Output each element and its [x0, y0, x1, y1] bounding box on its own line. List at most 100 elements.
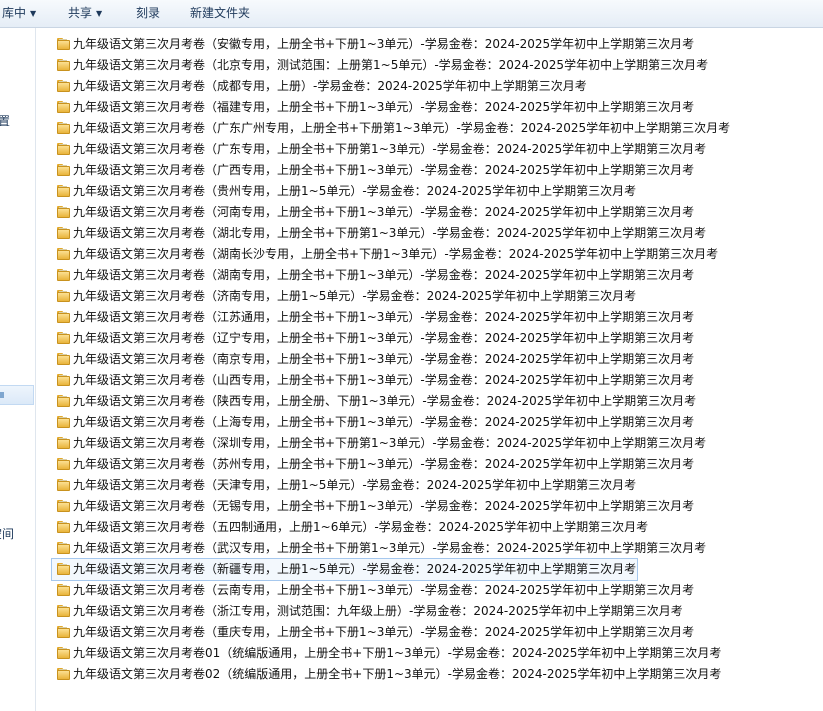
file-list-item[interactable]: 九年级语文第三次月考卷01（统编版通用，上册全书+下册1~3单元）-学易金卷：2…: [52, 643, 823, 664]
file-list-item[interactable]: 九年级语文第三次月考卷（福建专用，上册全书+下册1~3单元）-学易金卷：2024…: [52, 97, 823, 118]
nav-selected-item[interactable]: [0, 385, 34, 405]
file-name: 九年级语文第三次月考卷（广西专用，上册全书+下册1~3单元）-学易金卷：2024…: [73, 163, 695, 177]
file-list-item[interactable]: 九年级语文第三次月考卷（苏州专用，上册全书+下册1~3单元）-学易金卷：2024…: [52, 454, 823, 475]
file-name: 九年级语文第三次月考卷（辽宁专用，上册全书+下册1~3单元）-学易金卷：2024…: [73, 331, 695, 345]
file-list-item[interactable]: 九年级语文第三次月考卷（重庆专用，上册全书+下册1~3单元）-学易金卷：2024…: [52, 622, 823, 643]
file-name: 九年级语文第三次月考卷（湖北专用，上册全书+下册第1~3单元）-学易金卷：202…: [73, 226, 707, 240]
file-list-item[interactable]: 九年级语文第三次月考卷（上海专用，上册全书+下册1~3单元）-学易金卷：2024…: [52, 412, 823, 433]
folder-icon: [57, 59, 71, 71]
folder-icon: [57, 521, 71, 533]
folder-icon: [57, 458, 71, 470]
folder-icon: [57, 668, 71, 680]
file-name: 九年级语文第三次月考卷（南京专用，上册全书+下册1~3单元）-学易金卷：2024…: [73, 352, 695, 366]
file-name: 九年级语文第三次月考卷（济南专用，上册1~5单元）-学易金卷：2024-2025…: [73, 289, 637, 303]
file-list-item[interactable]: 九年级语文第三次月考卷（辽宁专用，上册全书+下册1~3单元）-学易金卷：2024…: [52, 328, 823, 349]
file-list-item[interactable]: 九年级语文第三次月考卷（江苏通用，上册全书+下册1~3单元）-学易金卷：2024…: [52, 307, 823, 328]
file-list-item[interactable]: 九年级语文第三次月考卷（成都专用，上册）-学易金卷：2024-2025学年初中上…: [52, 76, 823, 97]
file-list-item[interactable]: 九年级语文第三次月考卷（天津专用，上册1~5单元）-学易金卷：2024-2025…: [52, 475, 823, 496]
file-name: 九年级语文第三次月考卷（成都专用，上册）-学易金卷：2024-2025学年初中上…: [73, 79, 587, 93]
folder-icon: [57, 605, 71, 617]
folder-icon: [57, 647, 71, 659]
folder-icon: [57, 143, 71, 155]
file-name: 九年级语文第三次月考卷（武汉专用，上册全书+下册第1~3单元）-学易金卷：202…: [73, 541, 707, 555]
folder-icon: [57, 101, 71, 113]
file-name: 九年级语文第三次月考卷（天津专用，上册1~5单元）-学易金卷：2024-2025…: [73, 478, 637, 492]
file-name: 九年级语文第三次月考卷（贵州专用，上册1~5单元）-学易金卷：2024-2025…: [73, 184, 637, 198]
file-list-item[interactable]: 九年级语文第三次月考卷（云南专用，上册全书+下册1~3单元）-学易金卷：2024…: [52, 580, 823, 601]
nav-item-icon: [0, 392, 4, 398]
folder-icon: [57, 185, 71, 197]
file-name: 九年级语文第三次月考卷01（统编版通用，上册全书+下册1~3单元）-学易金卷：2…: [73, 646, 722, 660]
file-list-item[interactable]: 九年级语文第三次月考卷（广西专用，上册全书+下册1~3单元）-学易金卷：2024…: [52, 160, 823, 181]
folder-icon: [57, 332, 71, 344]
include-in-library-label: 库中: [2, 6, 27, 20]
share-label: 共享: [68, 6, 93, 20]
folder-icon: [57, 479, 71, 491]
file-list-item[interactable]: 九年级语文第三次月考卷（安徽专用，上册全书+下册1~3单元）-学易金卷：2024…: [52, 34, 823, 55]
file-list: 九年级语文第三次月考卷（安徽专用，上册全书+下册1~3单元）-学易金卷：2024…: [51, 34, 823, 685]
folder-icon: [57, 227, 71, 239]
folder-icon: [57, 269, 71, 281]
file-name: 九年级语文第三次月考卷（广东广州专用，上册全书+下册第1~3单元）-学易金卷：2…: [73, 121, 731, 135]
file-list-item[interactable]: 九年级语文第三次月考卷（新疆专用，上册1~5单元）-学易金卷：2024-2025…: [51, 558, 638, 581]
folder-icon: [57, 374, 71, 386]
folder-icon: [57, 500, 71, 512]
file-list-item[interactable]: 九年级语文第三次月考卷（南京专用，上册全书+下册1~3单元）-学易金卷：2024…: [52, 349, 823, 370]
folder-icon: [57, 122, 71, 134]
file-name: 九年级语文第三次月考卷（深圳专用，上册全书+下册第1~3单元）-学易金卷：202…: [73, 436, 707, 450]
file-list-item[interactable]: 九年级语文第三次月考卷（河南专用，上册全书+下册1~3单元）-学易金卷：2024…: [52, 202, 823, 223]
file-name: 九年级语文第三次月考卷（新疆专用，上册1~5单元）-学易金卷：2024-2025…: [73, 562, 637, 576]
folder-icon: [57, 626, 71, 638]
folder-icon: [57, 353, 71, 365]
file-name: 九年级语文第三次月考卷（上海专用，上册全书+下册1~3单元）-学易金卷：2024…: [73, 415, 695, 429]
folder-icon: [57, 437, 71, 449]
file-list-item[interactable]: 九年级语文第三次月考卷（陕西专用，上册全册、下册1~3单元）-学易金卷：2024…: [52, 391, 823, 412]
file-name: 九年级语文第三次月考卷（云南专用，上册全书+下册1~3单元）-学易金卷：2024…: [73, 583, 695, 597]
new-folder-button[interactable]: 新建文件夹: [188, 0, 252, 27]
file-list-item[interactable]: 九年级语文第三次月考卷（山西专用，上册全书+下册1~3单元）-学易金卷：2024…: [52, 370, 823, 391]
file-list-item[interactable]: 九年级语文第三次月考卷（深圳专用，上册全书+下册第1~3单元）-学易金卷：202…: [52, 433, 823, 454]
file-name: 九年级语文第三次月考卷（重庆专用，上册全书+下册1~3单元）-学易金卷：2024…: [73, 625, 695, 639]
file-name: 九年级语文第三次月考卷（北京专用，测试范围：上册第1~5单元）-学易金卷：202…: [73, 58, 709, 72]
file-list-item[interactable]: 九年级语文第三次月考卷（湖南专用，上册全书+下册1~3单元）-学易金卷：2024…: [52, 265, 823, 286]
file-name: 九年级语文第三次月考卷（无锡专用，上册全书+下册1~3单元）-学易金卷：2024…: [73, 499, 695, 513]
nav-item-text[interactable]: 置: [0, 112, 10, 129]
burn-button[interactable]: 刻录: [134, 0, 162, 27]
folder-icon: [57, 563, 71, 575]
folder-icon: [57, 290, 71, 302]
file-name: 九年级语文第三次月考卷（苏州专用，上册全书+下册1~3单元）-学易金卷：2024…: [73, 457, 695, 471]
file-list-item[interactable]: 九年级语文第三次月考卷（湖北专用，上册全书+下册第1~3单元）-学易金卷：202…: [52, 223, 823, 244]
file-list-item[interactable]: 九年级语文第三次月考卷（五四制通用，上册1~6单元）-学易金卷：2024-202…: [52, 517, 823, 538]
file-list-item[interactable]: 九年级语文第三次月考卷（济南专用，上册1~5单元）-学易金卷：2024-2025…: [52, 286, 823, 307]
file-list-item[interactable]: 九年级语文第三次月考卷（武汉专用，上册全书+下册第1~3单元）-学易金卷：202…: [52, 538, 823, 559]
file-list-item[interactable]: 九年级语文第三次月考卷（无锡专用，上册全书+下册1~3单元）-学易金卷：2024…: [52, 496, 823, 517]
folder-icon: [57, 311, 71, 323]
file-list-item[interactable]: 九年级语文第三次月考卷（广东专用，上册全书+下册第1~3单元）-学易金卷：202…: [52, 139, 823, 160]
folder-icon: [57, 206, 71, 218]
file-list-item[interactable]: 九年级语文第三次月考卷（贵州专用，上册1~5单元）-学易金卷：2024-2025…: [52, 181, 823, 202]
folder-icon: [57, 416, 71, 428]
file-name: 九年级语文第三次月考卷（湖南长沙专用，上册全书+下册1~3单元）-学易金卷：20…: [73, 247, 719, 261]
file-name: 九年级语文第三次月考卷（江苏通用，上册全书+下册1~3单元）-学易金卷：2024…: [73, 310, 695, 324]
new-folder-label: 新建文件夹: [190, 6, 251, 20]
navigation-pane[interactable]: 置 空间: [0, 28, 36, 711]
folder-icon: [57, 38, 71, 50]
file-list-item[interactable]: 九年级语文第三次月考卷（浙江专用，测试范围：九年级上册）-学易金卷：2024-2…: [52, 601, 823, 622]
folder-icon: [57, 164, 71, 176]
command-bar: 库中 ▼ 共享 ▼ 刻录 新建文件夹: [0, 0, 823, 28]
include-in-library-button[interactable]: 库中 ▼: [0, 0, 38, 27]
share-button[interactable]: 共享 ▼: [66, 0, 104, 27]
file-name: 九年级语文第三次月考卷（浙江专用，测试范围：九年级上册）-学易金卷：2024-2…: [73, 604, 683, 618]
file-list-item[interactable]: 九年级语文第三次月考卷（北京专用，测试范围：上册第1~5单元）-学易金卷：202…: [52, 55, 823, 76]
file-name: 九年级语文第三次月考卷（湖南专用，上册全书+下册1~3单元）-学易金卷：2024…: [73, 268, 695, 282]
file-list-item[interactable]: 九年级语文第三次月考卷（广东广州专用，上册全书+下册第1~3单元）-学易金卷：2…: [52, 118, 823, 139]
file-name: 九年级语文第三次月考卷（陕西专用，上册全册、下册1~3单元）-学易金卷：2024…: [73, 394, 697, 408]
chevron-down-icon: ▼: [30, 9, 37, 18]
file-name: 九年级语文第三次月考卷02（统编版通用，上册全书+下册1~3单元）-学易金卷：2…: [73, 667, 722, 681]
file-list-item[interactable]: 九年级语文第三次月考卷（湖南长沙专用，上册全书+下册1~3单元）-学易金卷：20…: [52, 244, 823, 265]
file-name: 九年级语文第三次月考卷（五四制通用，上册1~6单元）-学易金卷：2024-202…: [73, 520, 649, 534]
file-name: 九年级语文第三次月考卷（广东专用，上册全书+下册第1~3单元）-学易金卷：202…: [73, 142, 707, 156]
nav-item-text[interactable]: 空间: [0, 525, 14, 542]
folder-icon: [57, 80, 71, 92]
file-list-item[interactable]: 九年级语文第三次月考卷02（统编版通用，上册全书+下册1~3单元）-学易金卷：2…: [52, 664, 823, 685]
